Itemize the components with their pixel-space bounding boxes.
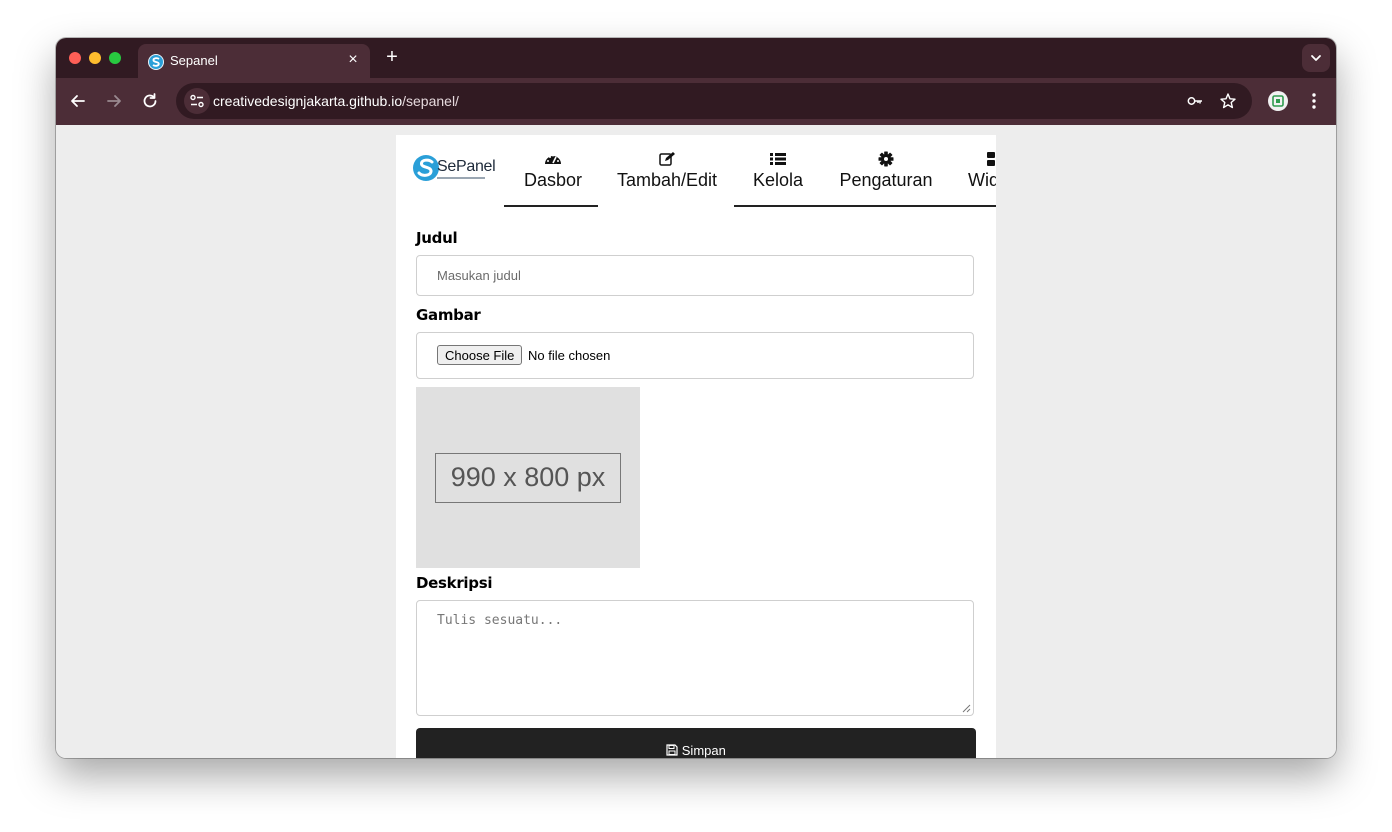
- browser-toolbar: creativedesignjakarta.github.io/sepanel/: [56, 78, 1336, 125]
- nav-dasbor[interactable]: Dasbor: [514, 151, 592, 205]
- image-file-input[interactable]: Choose File No file chosen: [416, 332, 974, 379]
- title-input[interactable]: Masukan judul: [416, 255, 974, 296]
- browser-tab[interactable]: Sepanel ×: [138, 44, 370, 78]
- widget-icon: [968, 151, 996, 169]
- nav-widget[interactable]: Wid: [968, 151, 996, 205]
- url-text[interactable]: creativedesignjakarta.github.io/sepanel/: [213, 93, 459, 109]
- file-status: No file chosen: [528, 348, 611, 363]
- nav-pengaturan[interactable]: Pengaturan: [838, 151, 934, 205]
- back-arrow-icon[interactable]: [67, 90, 89, 112]
- save-label: Simpan: [681, 743, 726, 758]
- preview-placeholder-text: 990 x 800 px: [435, 453, 621, 503]
- dashboard-gauge-icon: [514, 151, 592, 169]
- new-tab-button[interactable]: +: [382, 47, 402, 67]
- browser-window: Sepanel × + creativedesignjakarta.github…: [56, 38, 1336, 758]
- brand-name: SePanel: [437, 158, 496, 175]
- save-button-content: Simpan: [416, 743, 976, 758]
- page-viewport: SePanel Dasbor Tambah/Edit Kelola Pengat…: [56, 125, 1336, 758]
- title-label: Judul: [416, 229, 458, 247]
- url-host: creativedesignjakarta.github.io: [213, 93, 403, 109]
- save-button[interactable]: Simpan: [416, 728, 976, 758]
- image-label: Gambar: [416, 306, 481, 324]
- tab-bar: Sepanel × +: [56, 38, 1336, 78]
- bookmark-star-icon[interactable]: [1219, 92, 1237, 110]
- description-label: Deskripsi: [416, 574, 493, 592]
- nav-kelola[interactable]: Kelola: [746, 151, 810, 205]
- reload-icon[interactable]: [139, 90, 161, 112]
- profile-icon[interactable]: [1268, 91, 1288, 111]
- description-textarea[interactable]: Tulis sesuatu...: [416, 600, 974, 716]
- tab-close-icon[interactable]: ×: [344, 51, 362, 69]
- image-preview: 990 x 800 px: [416, 387, 640, 568]
- choose-file-button[interactable]: Choose File: [437, 345, 523, 365]
- password-key-icon[interactable]: [1186, 92, 1204, 110]
- nav-label: Tambah/Edit: [616, 170, 718, 190]
- description-placeholder: Tulis sesuatu...: [437, 613, 563, 628]
- edit-icon: [614, 151, 720, 169]
- save-disk-icon: [666, 744, 678, 756]
- address-bar[interactable]: creativedesignjakarta.github.io/sepanel/: [176, 83, 1252, 119]
- url-path: /sepanel/: [402, 93, 459, 109]
- gear-icon: [838, 151, 934, 169]
- forward-arrow-icon[interactable]: [103, 90, 125, 112]
- nav-label: Wid: [968, 170, 996, 190]
- tab-search-button[interactable]: [1302, 44, 1330, 72]
- minimize-window-button[interactable]: [89, 52, 101, 64]
- admin-panel: SePanel Dasbor Tambah/Edit Kelola Pengat…: [396, 135, 996, 758]
- list-icon: [746, 151, 810, 169]
- title-placeholder: Masukan judul: [437, 268, 521, 283]
- nav-active-underline: [734, 205, 996, 207]
- nav-tambah-edit[interactable]: Tambah/Edit: [614, 151, 720, 205]
- nav-label: Kelola: [752, 170, 804, 190]
- resize-grip-icon[interactable]: [962, 704, 971, 713]
- brand-tagline-decoration: [437, 177, 485, 179]
- brand-logo[interactable]: SePanel: [413, 155, 496, 185]
- tab-search-icon: [1311, 55, 1321, 61]
- logo-mark-icon: [413, 155, 439, 181]
- tab-title: Sepanel: [170, 53, 218, 68]
- maximize-window-button[interactable]: [109, 52, 121, 64]
- site-info-button[interactable]: [184, 88, 210, 114]
- nav-label: Pengaturan: [839, 170, 933, 190]
- nav-label: Dasbor: [523, 170, 583, 190]
- close-window-button[interactable]: [69, 52, 81, 64]
- favicon-icon: [148, 54, 164, 70]
- nav-active-underline: [504, 205, 598, 207]
- site-info-icon: [190, 94, 204, 108]
- menu-dots-icon[interactable]: [1306, 90, 1322, 112]
